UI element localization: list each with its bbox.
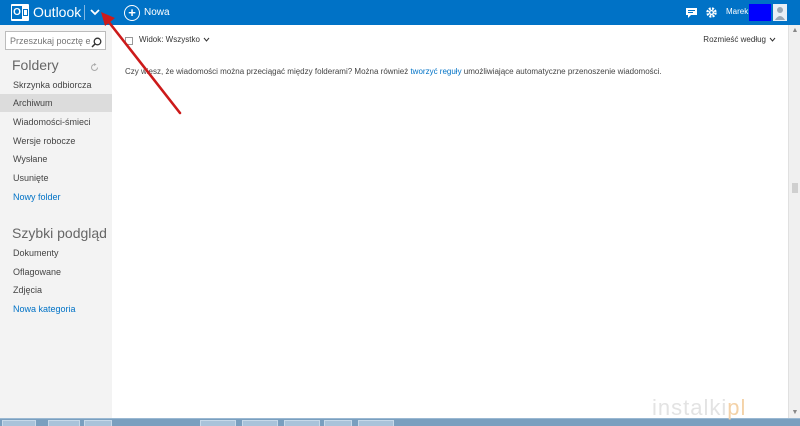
select-all-checkbox[interactable] bbox=[125, 37, 133, 45]
watermark-suffix: pl bbox=[727, 395, 747, 420]
start-button[interactable] bbox=[2, 420, 36, 426]
scroll-thumb[interactable] bbox=[792, 183, 798, 193]
sidebar-item-flagged[interactable]: Oflagowane bbox=[0, 263, 112, 281]
gear-icon[interactable] bbox=[705, 6, 718, 19]
message-list-pane: Widok: Wszystko Rozmieść według Czy wies… bbox=[112, 25, 788, 420]
tip-text-before: Czy wiesz, że wiadomości można przeciąga… bbox=[125, 67, 411, 76]
top-bar: O Outlook + Nowa Marek bbox=[0, 0, 800, 25]
chat-icon[interactable] bbox=[685, 6, 698, 19]
tip-text-after: umożliwiające automatyczne przenoszenie … bbox=[461, 67, 662, 76]
taskbar-app-button[interactable] bbox=[324, 420, 352, 426]
quick-view-heading: Szybki podgląd bbox=[12, 225, 107, 241]
taskbar-app-button[interactable] bbox=[358, 420, 394, 426]
taskbar-app-button[interactable] bbox=[200, 420, 236, 426]
folders-heading[interactable]: Foldery bbox=[12, 57, 59, 73]
create-rules-link[interactable]: tworzyć reguły bbox=[410, 67, 461, 76]
new-message-label: Nowa bbox=[144, 7, 170, 18]
new-message-button[interactable]: + Nowa bbox=[124, 4, 170, 21]
search-icon[interactable] bbox=[91, 35, 102, 48]
scroll-down-arrow-icon[interactable]: ▼ bbox=[791, 409, 799, 417]
new-folder-link[interactable]: Nowy folder bbox=[0, 188, 112, 206]
empty-folder-tip: Czy wiesz, że wiadomości można przeciąga… bbox=[125, 67, 662, 76]
sidebar-item-sent[interactable]: Wysłane bbox=[0, 150, 112, 168]
sidebar-item-junk[interactable]: Wiadomości-śmieci bbox=[0, 113, 112, 131]
taskbar-app-button[interactable] bbox=[84, 420, 112, 426]
taskbar-app-button[interactable] bbox=[242, 420, 278, 426]
sidebar-item-deleted[interactable]: Usunięte bbox=[0, 169, 112, 187]
sidebar-item-inbox[interactable]: Skrzynka odbiorcza bbox=[0, 76, 112, 94]
taskbar-app-button[interactable] bbox=[48, 420, 80, 426]
sidebar-item-drafts[interactable]: Wersje robocze bbox=[0, 132, 112, 150]
sort-label: Rozmieść według bbox=[703, 35, 766, 44]
avatar-icon[interactable] bbox=[773, 4, 787, 21]
outlook-logo-icon[interactable]: O bbox=[11, 4, 29, 21]
chevron-down-icon bbox=[769, 37, 776, 42]
search-box[interactable] bbox=[5, 31, 106, 50]
sidebar-item-documents[interactable]: Dokumenty bbox=[0, 244, 112, 262]
plus-circle-icon: + bbox=[124, 4, 140, 21]
watermark-text: instalki bbox=[652, 395, 728, 420]
sort-dropdown[interactable]: Rozmieść według bbox=[703, 35, 776, 44]
sidebar-item-archive[interactable]: Archiwum bbox=[0, 94, 112, 112]
watermark: instalkipl bbox=[652, 396, 788, 420]
chevron-down-icon[interactable] bbox=[88, 4, 102, 21]
user-name-highlight bbox=[749, 4, 771, 21]
search-input[interactable] bbox=[6, 32, 90, 49]
taskbar-app-button[interactable] bbox=[284, 420, 320, 426]
refresh-icon[interactable] bbox=[90, 59, 99, 71]
sidebar-item-photos[interactable]: Zdjęcia bbox=[0, 281, 112, 299]
chevron-down-icon bbox=[203, 37, 210, 42]
new-category-link[interactable]: Nowa kategoria bbox=[0, 300, 112, 318]
vertical-scrollbar[interactable]: ▲ ▼ bbox=[788, 25, 800, 420]
left-navigation: Foldery Skrzynka odbiorcza Archiwum Wiad… bbox=[0, 25, 112, 420]
user-name[interactable]: Marek bbox=[726, 7, 748, 16]
scroll-up-arrow-icon[interactable]: ▲ bbox=[791, 27, 799, 35]
app-title[interactable]: Outlook bbox=[33, 4, 81, 21]
title-divider bbox=[84, 5, 85, 20]
view-filter-label: Widok: Wszystko bbox=[139, 35, 200, 44]
view-filter-dropdown[interactable]: Widok: Wszystko bbox=[139, 35, 210, 44]
